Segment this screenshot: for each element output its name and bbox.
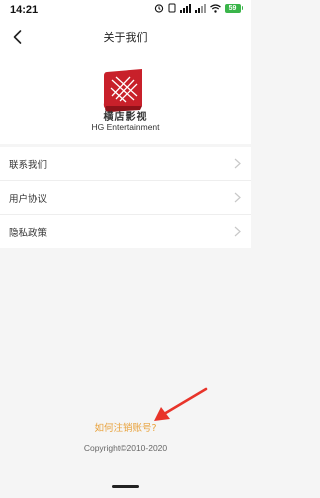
menu-item-contact-us[interactable]: 联系我们 (0, 147, 251, 181)
nav-bar: 关于我们 (0, 20, 251, 54)
alarm-icon (154, 4, 163, 13)
menu-item-label: 联系我们 (9, 160, 48, 171)
menu-list: 联系我们 用户协议 隐私政策 (0, 147, 251, 248)
menu-item-privacy-policy[interactable]: 隐私政策 (0, 215, 251, 248)
signal-icon-2 (194, 3, 206, 13)
page-title: 关于我们 (103, 31, 148, 44)
battery-level: 59 (224, 3, 241, 13)
battery-icon: 59 (224, 3, 243, 13)
menu-item-label: 隐私政策 (9, 228, 48, 239)
sim-icon (168, 3, 175, 13)
chevron-right-icon (234, 226, 241, 237)
copyright-text: Copyright©2010-2020 (83, 443, 168, 453)
menu-item-label: 用户协议 (9, 194, 48, 205)
brand-area: 横店影视 HG Entertainment (0, 54, 251, 144)
chevron-right-icon (234, 192, 241, 203)
wifi-icon (209, 3, 221, 13)
status-time: 14:21 (10, 4, 39, 16)
menu-item-user-agreement[interactable]: 用户协议 (0, 181, 251, 215)
deregister-account-link[interactable]: 如何注销账号? (0, 420, 251, 434)
brand-subtitle: HG Entertainment (91, 122, 160, 132)
brand-name: 横店影视 (103, 112, 148, 123)
signal-icon (179, 3, 191, 13)
home-indicator (112, 485, 139, 488)
chevron-right-icon (234, 158, 241, 169)
status-bar: 14:21 59 (0, 0, 251, 20)
status-icons: 59 (154, 3, 243, 13)
